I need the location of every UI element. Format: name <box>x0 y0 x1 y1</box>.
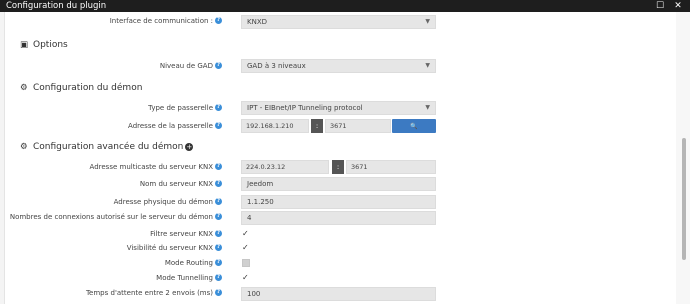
type-passerelle-label: Type de passerelle? <box>148 103 222 113</box>
help-icon[interactable]: ? <box>215 180 222 187</box>
config-demon-section-title: Configuration du démon <box>33 83 143 93</box>
help-icon[interactable]: ? <box>215 163 222 170</box>
nom-serveur-label-text: Nom du serveur KNX <box>139 180 213 188</box>
adresse-physique-input[interactable]: 1.1.250 <box>241 195 436 209</box>
window-titlebar: Configuration du plugin ☐ ✕ <box>0 0 690 12</box>
routing-label: Mode Routing? <box>165 258 222 268</box>
visibilite-label-text: Visibilité du serveur KNX <box>126 244 213 252</box>
id-card-icon: ▣ <box>20 40 29 50</box>
search-icon: 🔍 <box>410 123 418 130</box>
multicast-ip-input[interactable]: 224.0.23.12 <box>241 160 329 174</box>
niveau-gad-select-value: GAD à 3 niveaux <box>247 62 306 70</box>
help-icon[interactable]: ? <box>215 274 222 281</box>
panel-left-border <box>0 12 5 304</box>
rechercher-button-label: Rechercher <box>393 137 435 145</box>
config-demon-section-header: ⚙ Configuration du démon <box>20 82 142 94</box>
plus-circle-icon[interactable]: + <box>185 143 194 151</box>
help-icon[interactable]: ? <box>215 213 222 220</box>
interface-select[interactable]: KNXD ▼ <box>241 15 436 29</box>
help-icon[interactable]: ? <box>215 104 222 111</box>
multicast-label-text: Adresse multicaste du serveur KNX <box>89 163 213 171</box>
nom-serveur-label: Nom du serveur KNX? <box>140 179 222 189</box>
help-icon[interactable]: ? <box>215 122 222 129</box>
routing-checkbox[interactable] <box>242 259 250 267</box>
type-passerelle-label-text: Type de passerelle <box>148 104 213 112</box>
help-icon[interactable]: ? <box>215 230 222 237</box>
plugin-config-panel <box>0 12 690 304</box>
interface-label-text: Interface de communication : <box>109 17 213 25</box>
interface-label: Interface de communication :? <box>110 16 222 26</box>
multicast-label: Adresse multicaste du serveur KNX? <box>90 162 222 172</box>
help-icon[interactable]: ? <box>215 289 222 296</box>
temps-attente-label: Temps d'attente entre 2 envois (ms)? <box>86 288 222 298</box>
nb-connexions-label-text: Nombres de connexions autorisé sur le se… <box>9 213 213 221</box>
scrollbar-thumb[interactable] <box>682 138 686 260</box>
tunnelling-label: Mode Tunnelling? <box>156 273 222 283</box>
type-passerelle-select-value: IPT - EIBnet/IP Tunneling protocol <box>247 104 363 112</box>
passerelle-port-input[interactable]: 3671 <box>325 119 391 133</box>
help-icon[interactable]: ? <box>215 198 222 205</box>
chevron-down-icon: ▼ <box>425 62 430 69</box>
maximize-icon[interactable]: ☐ <box>654 0 666 12</box>
multicast-port-input[interactable]: 3671 <box>346 160 436 174</box>
close-icon[interactable]: ✕ <box>672 0 684 12</box>
temps-attente-input[interactable]: 100 <box>241 287 436 301</box>
help-icon[interactable]: ? <box>215 17 222 24</box>
niveau-gad-label-text: Niveau de GAD <box>159 62 213 70</box>
config-avancee-section-title: Configuration avancée du démon <box>33 142 184 152</box>
options-section-header: ▣ Options <box>20 39 68 51</box>
gear-icon: ⚙ <box>20 142 28 152</box>
visibilite-label: Visibilité du serveur KNX? <box>127 243 222 253</box>
rechercher-button[interactable]: 🔍 Rechercher <box>392 119 436 145</box>
adresse-passerelle-label-text: Adresse de la passerelle <box>128 122 213 130</box>
nom-serveur-input[interactable]: Jeedom <box>241 177 436 191</box>
chevron-down-icon: ▼ <box>425 18 430 25</box>
adresse-physique-label: Adresse physique du démon? <box>114 197 222 207</box>
ip-port-separator: : <box>311 119 323 133</box>
interface-select-value: KNXD <box>247 18 268 26</box>
help-icon[interactable]: ? <box>215 62 222 69</box>
multicast-separator: : <box>332 160 344 174</box>
window-title: Configuration du plugin <box>6 1 107 11</box>
nb-connexions-input[interactable]: 4 <box>241 211 436 225</box>
niveau-gad-select[interactable]: GAD à 3 niveaux ▼ <box>241 59 436 73</box>
filtre-label: Filtre serveur KNX? <box>150 229 222 239</box>
temps-attente-label-text: Temps d'attente entre 2 envois (ms) <box>85 289 213 297</box>
chevron-down-icon: ▼ <box>425 104 430 111</box>
filtre-checkbox[interactable]: ✓ <box>242 230 250 238</box>
filtre-label-text: Filtre serveur KNX <box>150 230 213 238</box>
help-icon[interactable]: ? <box>215 259 222 266</box>
routing-label-text: Mode Routing <box>164 259 213 267</box>
adresse-passerelle-label: Adresse de la passerelle? <box>128 121 222 131</box>
niveau-gad-label: Niveau de GAD? <box>160 61 222 71</box>
tunnelling-label-text: Mode Tunnelling <box>156 274 213 282</box>
passerelle-ip-input[interactable]: 192.168.1.210 <box>241 119 309 133</box>
options-section-title: Options <box>33 40 68 50</box>
gear-icon: ⚙ <box>20 83 28 93</box>
tunnelling-checkbox[interactable]: ✓ <box>242 274 250 282</box>
help-icon[interactable]: ? <box>215 244 222 251</box>
adresse-physique-label-text: Adresse physique du démon <box>113 198 213 206</box>
config-avancee-section-header: ⚙ Configuration avancée du démon + <box>20 141 194 153</box>
nb-connexions-label: Nombres de connexions autorisé sur le se… <box>10 212 222 222</box>
type-passerelle-select[interactable]: IPT - EIBnet/IP Tunneling protocol ▼ <box>241 101 436 115</box>
visibilite-checkbox[interactable]: ✓ <box>242 244 250 252</box>
